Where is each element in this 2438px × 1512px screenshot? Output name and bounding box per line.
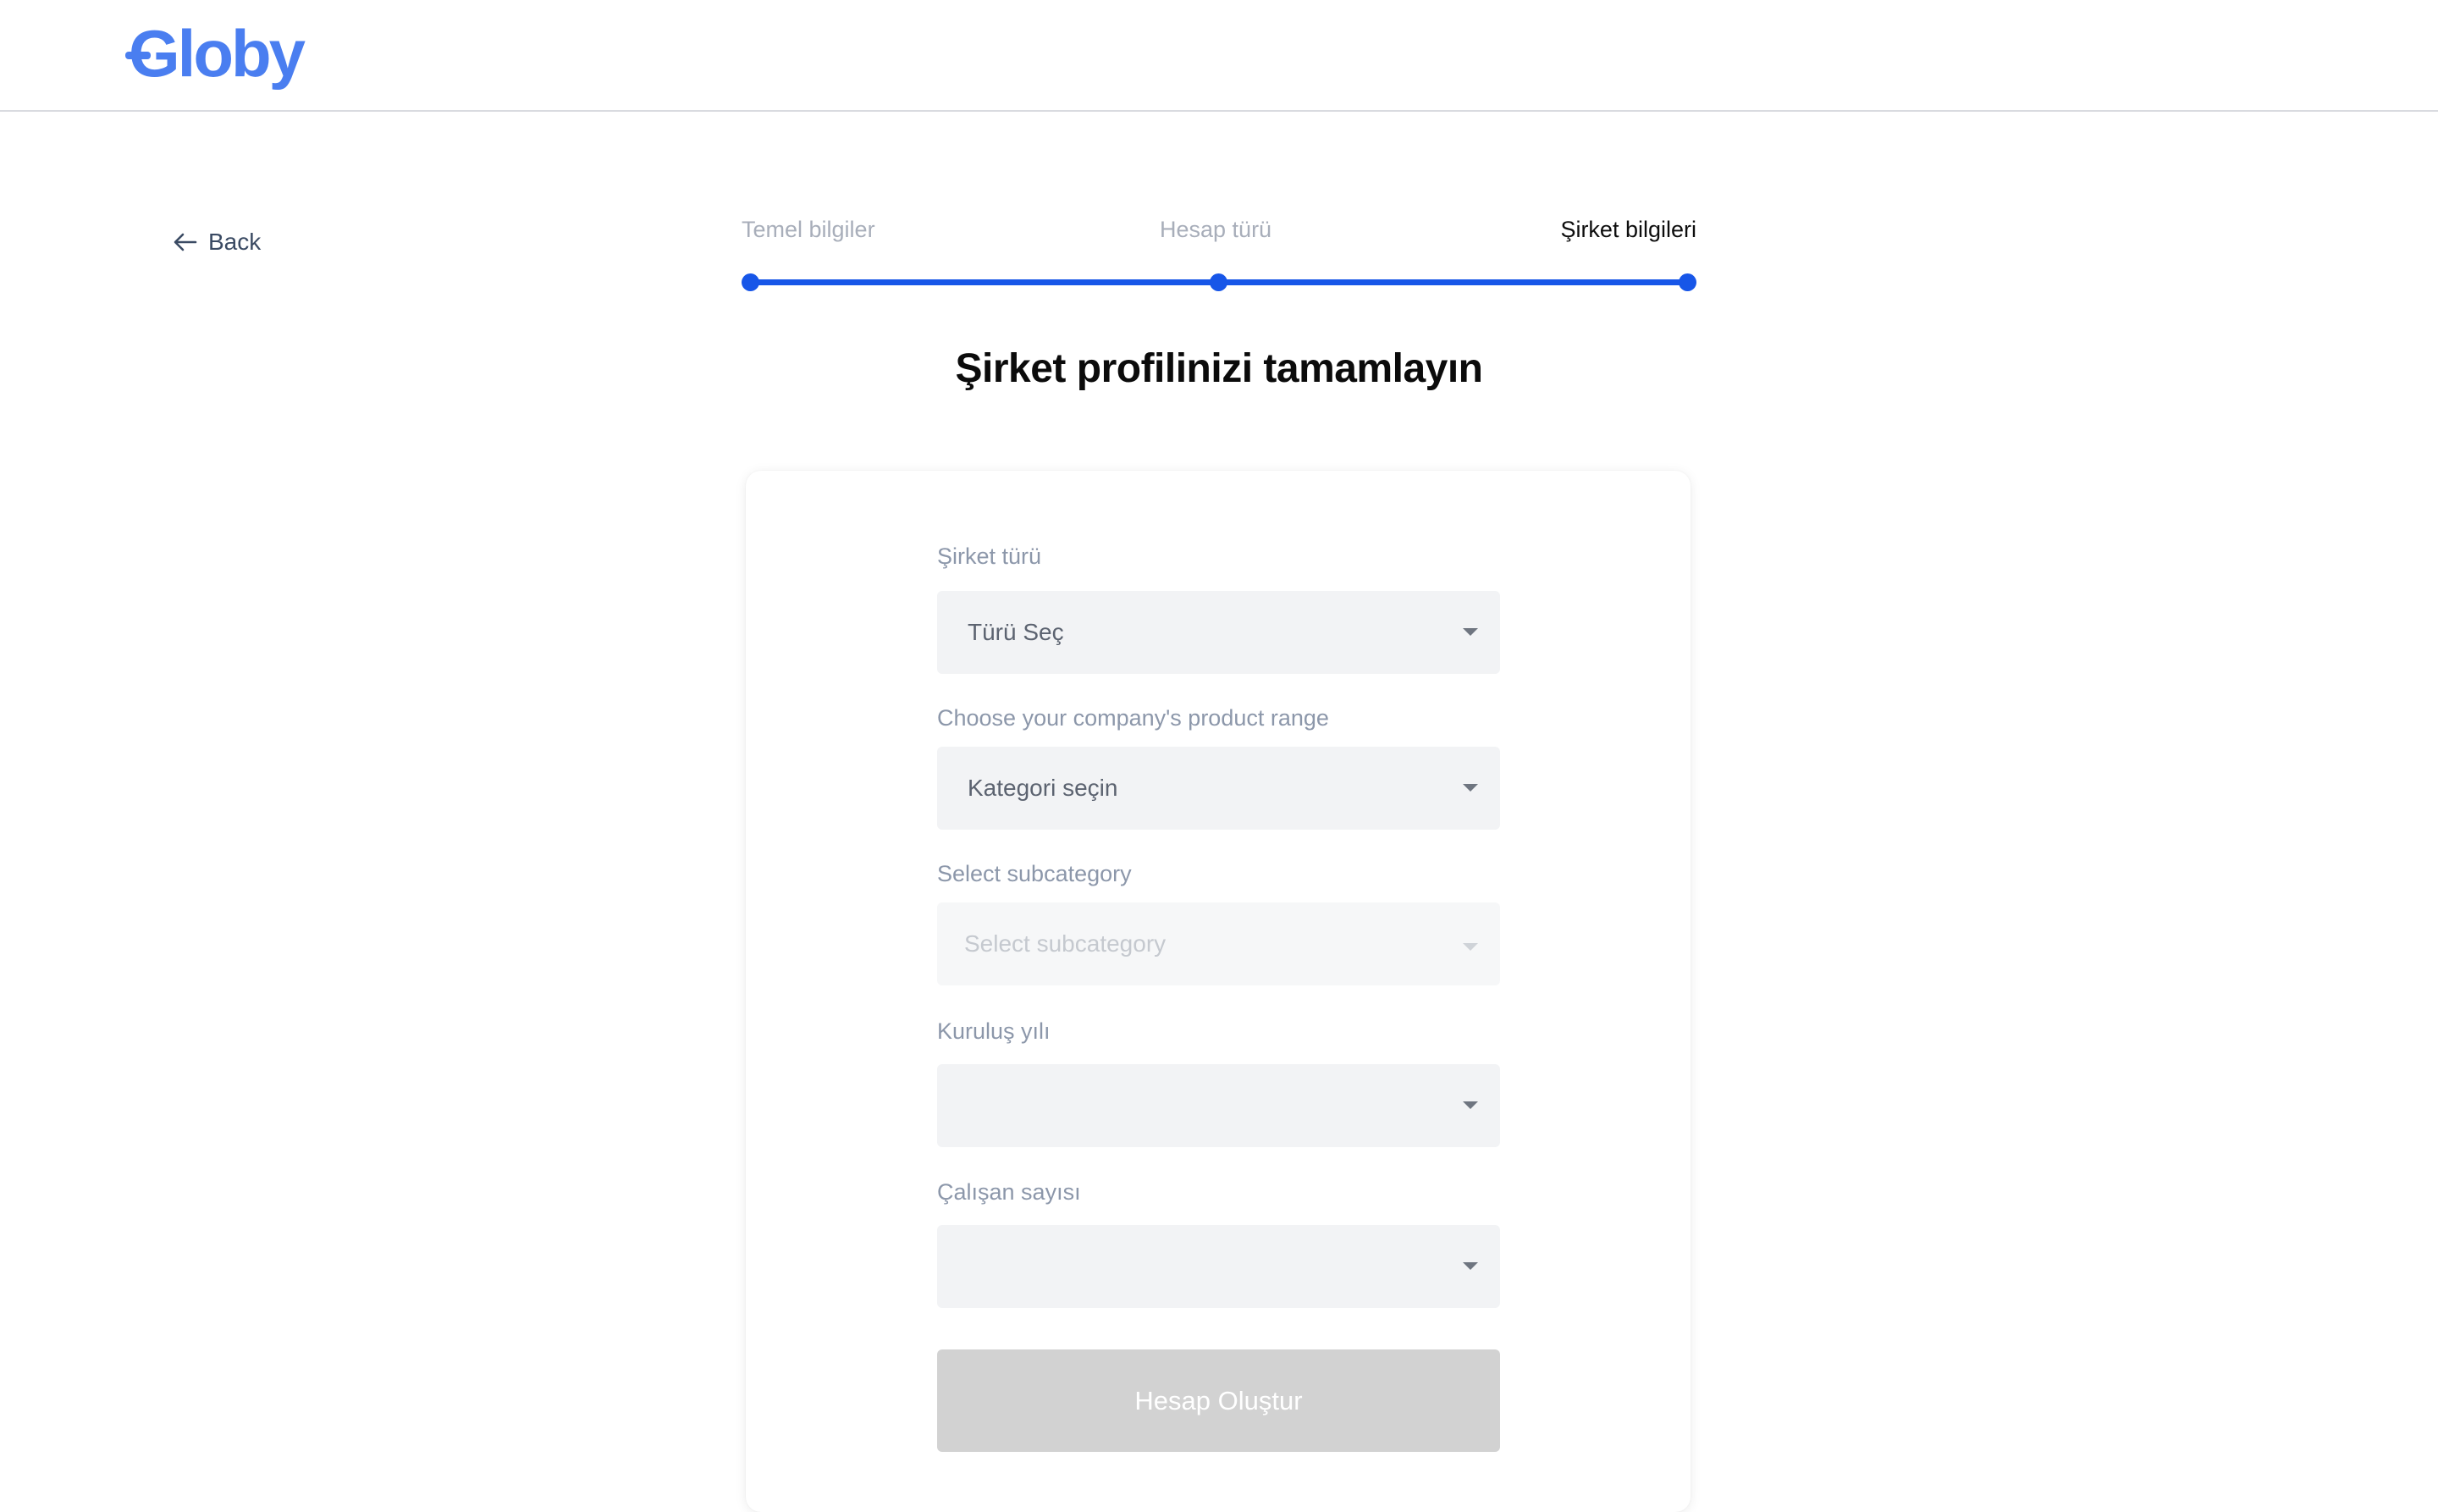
back-link[interactable]: Back [173,229,261,256]
company-type-label: Şirket türü [937,544,1042,569]
product-range-select[interactable]: Kategori seçin [937,747,1500,830]
step-dot-2 [1210,273,1227,291]
create-account-button[interactable]: Hesap Oluştur [937,1349,1500,1452]
chevron-down-icon [1463,628,1478,636]
step-label-account-type: Hesap türü [1160,217,1272,242]
step-label-company-info: Şirket bilgileri [1560,217,1696,242]
logo-dash-mark [125,52,151,59]
back-label: Back [208,229,262,255]
chevron-down-icon [1463,784,1478,792]
subcategory-select[interactable]: Select subcategory [937,902,1500,985]
globy-logo[interactable]: Globy [125,15,306,91]
progress-stepper: Temel bilgiler Hesap türü Şirket bilgile… [742,217,1696,293]
product-range-label: Choose your company's product range [937,705,1329,731]
subcategory-placeholder: Select subcategory [964,930,1167,957]
logo-wordmark: Globy [129,16,306,91]
page-title: Şirket profilinizi tamamlayın [955,346,1484,391]
step-dot-3 [1679,273,1696,291]
subcategory-label: Select subcategory [937,861,1132,886]
chevron-down-icon [1463,1262,1478,1270]
founding-year-select[interactable] [937,1064,1500,1147]
chevron-down-icon [1463,1101,1478,1109]
company-type-value: Türü Seç [968,619,1064,645]
company-type-select[interactable]: Türü Seç [937,591,1500,674]
top-header: Globy [0,0,2438,112]
step-label-basic-info: Temel bilgiler [742,217,875,242]
employee-count-label: Çalışan sayısı [937,1179,1081,1205]
employee-count-select[interactable] [937,1225,1500,1308]
product-range-value: Kategori seçin [968,775,1118,801]
founding-year-label: Kuruluş yılı [937,1018,1051,1044]
arrow-left-icon [174,233,197,251]
chevron-down-icon [1463,943,1478,951]
step-dot-1 [742,273,759,291]
